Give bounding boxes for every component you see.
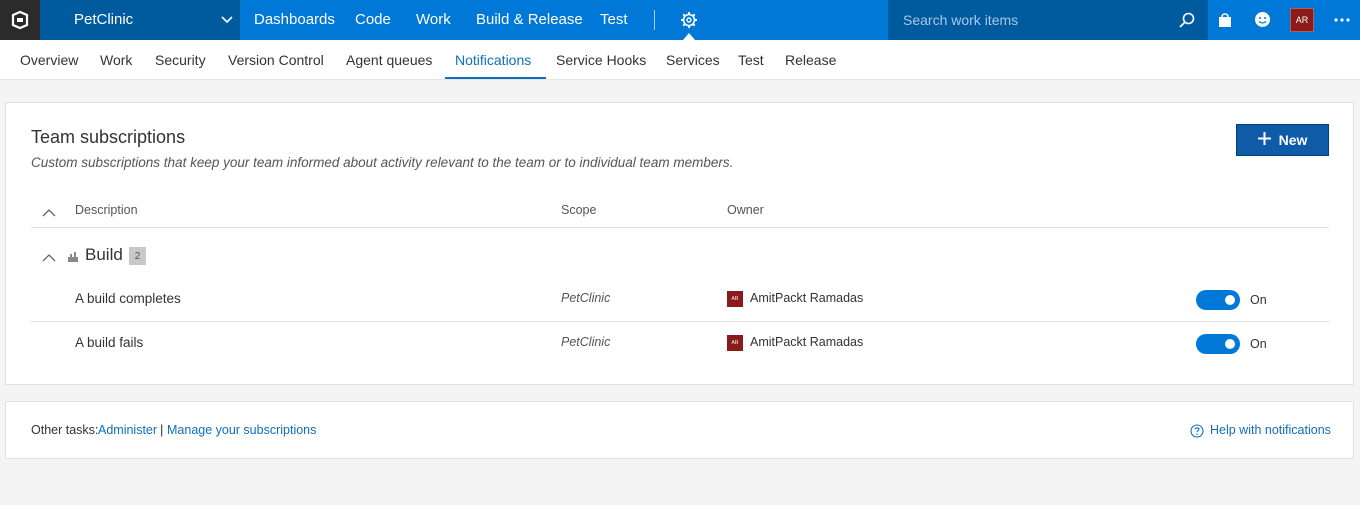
more-icon[interactable] — [1334, 13, 1350, 32]
header-divider — [31, 227, 1329, 228]
subscription-toggle[interactable] — [1196, 290, 1240, 310]
nav-code[interactable]: Code — [355, 11, 391, 28]
gear-icon[interactable] — [680, 11, 698, 34]
row-divider — [31, 321, 1329, 322]
tab-agent-queues[interactable]: Agent queues — [346, 52, 432, 68]
column-header-owner[interactable]: Owner — [727, 203, 764, 217]
administer-link[interactable]: Administer — [98, 423, 157, 437]
tab-service-hooks[interactable]: Service Hooks — [556, 52, 646, 68]
subscription-owner: AmitPackt Ramadas — [750, 335, 864, 349]
page-subtitle: Custom subscriptions that keep your team… — [31, 155, 734, 170]
toggle-state-label: On — [1250, 293, 1267, 307]
subscription-scope: PetClinic — [561, 291, 611, 305]
tab-services[interactable]: Services — [666, 52, 720, 68]
nav-work[interactable]: Work — [416, 11, 451, 28]
other-tasks-label: Other tasks: — [31, 423, 99, 437]
tab-security[interactable]: Security — [155, 52, 206, 68]
subscription-scope: PetClinic — [561, 335, 611, 349]
subscription-description[interactable]: A build completes — [75, 291, 181, 306]
nav-dashboards[interactable]: Dashboards — [254, 11, 335, 28]
settings-subnav: Overview Work Security Version Control A… — [0, 40, 1360, 80]
chevron-down-icon[interactable] — [220, 12, 234, 31]
project-name[interactable]: PetClinic — [74, 11, 133, 28]
chevron-up-icon[interactable] — [42, 205, 56, 223]
avatar[interactable]: AR — [1290, 8, 1314, 32]
search-placeholder[interactable]: Search work items — [903, 12, 1018, 28]
search-icon[interactable] — [1178, 11, 1196, 34]
nav-build-release[interactable]: Build & Release — [476, 11, 583, 28]
help-circle-icon[interactable] — [1190, 424, 1204, 443]
active-indicator — [683, 33, 695, 40]
owner-avatar: AR — [727, 291, 743, 307]
vsts-logo-icon[interactable] — [0, 0, 40, 40]
subscription-toggle[interactable] — [1196, 334, 1240, 354]
tab-version-control[interactable]: Version Control — [228, 52, 324, 68]
tab-overview[interactable]: Overview — [20, 52, 78, 68]
new-button-label: New — [1278, 132, 1308, 148]
group-title: Build — [85, 245, 123, 264]
project-selector[interactable] — [40, 0, 240, 40]
nav-test[interactable]: Test — [600, 11, 628, 28]
tab-release[interactable]: Release — [785, 52, 836, 68]
subscriptions-card — [5, 102, 1354, 385]
column-header-description[interactable]: Description — [75, 203, 138, 217]
top-bar: PetClinic Dashboards Code Work Build & R… — [0, 0, 1360, 40]
manage-subscriptions-link[interactable]: Manage your subscriptions — [167, 423, 316, 437]
toggle-state-label: On — [1250, 337, 1267, 351]
build-icon — [67, 250, 79, 268]
nav-separator — [654, 10, 655, 30]
group-collapse-icon[interactable] — [42, 250, 56, 268]
owner-avatar: AR — [727, 335, 743, 351]
link-separator: | — [160, 422, 164, 437]
smiley-icon[interactable] — [1254, 11, 1271, 33]
column-header-scope[interactable]: Scope — [561, 203, 596, 217]
help-notifications-link[interactable]: Help with notifications — [1210, 423, 1331, 437]
subscription-description[interactable]: A build fails — [75, 335, 143, 350]
page-title: Team subscriptions — [31, 127, 186, 147]
subscription-owner: AmitPackt Ramadas — [750, 291, 864, 305]
tab-test[interactable]: Test — [738, 52, 764, 68]
plus-icon — [1257, 132, 1271, 148]
group-count-badge: 2 — [129, 247, 146, 265]
active-tab-underline — [445, 77, 546, 79]
tab-notifications[interactable]: Notifications — [455, 52, 531, 68]
tab-work[interactable]: Work — [100, 52, 132, 68]
new-subscription-button[interactable]: New — [1236, 124, 1329, 156]
shopping-bag-icon[interactable] — [1217, 11, 1233, 34]
